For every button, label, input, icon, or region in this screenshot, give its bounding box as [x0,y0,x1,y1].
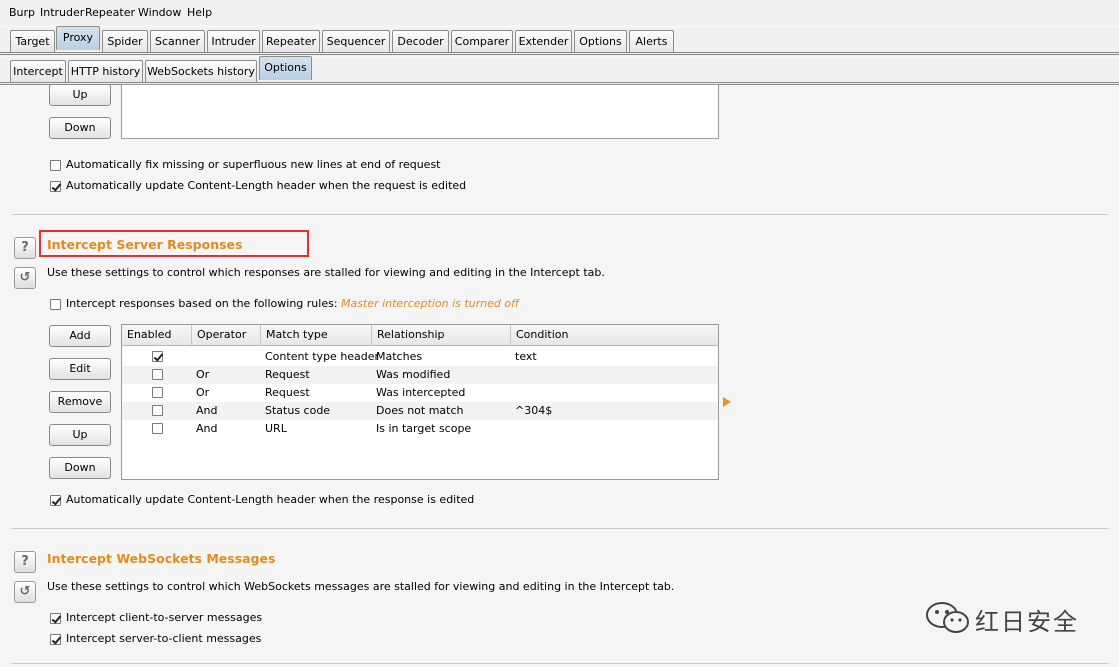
reset-glyph: ↺ [19,584,31,599]
menu-burp[interactable]: Burp [9,6,35,19]
table-row[interactable]: Or Request Was modified [122,366,718,384]
down-button[interactable]: Down [49,457,111,479]
help-glyph: ? [21,554,29,569]
row-enabled-checkbox[interactable] [152,351,163,362]
request-up-button[interactable]: Up [49,84,111,106]
row-relationship: Does not match [376,404,464,417]
tab-proxy[interactable]: Proxy [56,26,100,50]
fix-newlines-label: Automatically fix missing or superfluous… [66,158,441,171]
response-update-length-label: Automatically update Content-Length head… [66,493,475,506]
response-update-length-checkbox[interactable] [50,495,61,506]
row-enabled-checkbox[interactable] [152,387,163,398]
intercept-responses-label: Intercept responses based on the followi… [66,297,519,310]
tab-extender[interactable]: Extender [515,30,572,52]
column-enabled[interactable]: Enabled [122,325,192,346]
response-section-description: Use these settings to control which resp… [47,266,605,279]
row-match-type: Request [265,386,310,399]
response-section-title: Intercept Server Responses [47,237,243,252]
server-to-client-label: Intercept server-to-client messages [66,632,262,645]
table-row[interactable]: And Status code Does not match ^304$ [122,402,718,420]
tab-intruder[interactable]: Intruder [207,30,260,52]
row-relationship: Was intercepted [376,386,466,399]
tab-proxy-options[interactable]: Options [259,56,312,80]
section-divider [12,214,1108,215]
request-down-button[interactable]: Down [49,117,111,139]
remove-button[interactable]: Remove [49,391,111,413]
column-relationship[interactable]: Relationship [372,325,511,346]
menu-bar: Burp Intruder Repeater Window Help [0,0,1119,25]
websockets-section-title: Intercept WebSockets Messages [47,551,276,566]
row-enabled-checkbox[interactable] [152,369,163,380]
row-match-type: URL [265,422,287,435]
burp-window: Burp Intruder Repeater Window Help Targe… [0,0,1119,667]
section-divider [12,663,1108,664]
row-relationship: Is in target scope [376,422,472,435]
add-button[interactable]: Add [49,325,111,347]
tab-repeater[interactable]: Repeater [262,30,320,52]
client-to-server-checkbox[interactable] [50,613,61,624]
help-glyph: ? [21,240,29,255]
section-divider [12,528,1108,529]
server-to-client-checkbox[interactable] [50,634,61,645]
reset-icon[interactable]: ↺ [14,267,36,289]
reset-glyph: ↺ [19,270,31,285]
row-condition: ^304$ [515,404,553,417]
row-relationship: Matches [376,350,423,363]
help-icon[interactable]: ? [14,237,36,259]
tab-spider[interactable]: Spider [102,30,148,52]
tab-alerts[interactable]: Alerts [629,30,674,52]
master-interception-note: Master interception is turned off [341,297,520,310]
table-header: Enabled Operator Match type Relationship… [122,325,718,346]
watermark-text: 红日安全 [975,608,1079,636]
request-rules-table[interactable] [121,84,719,139]
row-operator: And [196,404,218,417]
help-icon[interactable]: ? [14,551,36,573]
tab-target[interactable]: Target [10,30,55,52]
tab-sequencer[interactable]: Sequencer [322,30,390,52]
row-match-type: Request [265,368,310,381]
table-row[interactable]: Or Request Was intercepted [122,384,718,402]
row-operator: Or [196,368,210,381]
wechat-logo-icon [926,602,969,633]
edit-button[interactable]: Edit [49,358,111,380]
row-relationship: Was modified [376,368,451,381]
tab-http-history[interactable]: HTTP history [68,60,143,82]
tab-websockets-history[interactable]: WebSockets history [145,60,257,82]
client-to-server-label: Intercept client-to-server messages [66,611,263,624]
tab-intercept[interactable]: Intercept [10,60,66,82]
menu-help[interactable]: Help [187,6,212,19]
sub-tab-bar: Intercept HTTP history WebSockets histor… [0,56,1119,85]
column-match-type[interactable]: Match type [261,325,372,346]
menu-window[interactable]: Window [138,6,181,19]
row-match-type: Content type header [265,350,380,363]
tab-options[interactable]: Options [574,30,627,52]
row-enabled-checkbox[interactable] [152,405,163,416]
fix-newlines-checkbox[interactable] [50,160,61,171]
table-row[interactable]: And URL Is in target scope [122,420,718,438]
options-content: Up Down Automatically fix missing or sup… [0,84,1119,667]
row-operator: Or [196,386,210,399]
up-button[interactable]: Up [49,424,111,446]
table-row[interactable]: Content type header Matches text [122,348,718,366]
tab-scanner[interactable]: Scanner [150,30,205,52]
tab-comparer[interactable]: Comparer [451,30,513,52]
row-condition: text [515,350,537,363]
row-enabled-checkbox[interactable] [152,423,163,434]
intercept-responses-text: Intercept responses based on the followi… [66,297,338,310]
main-tab-divider [0,52,1119,55]
column-condition[interactable]: Condition [511,325,718,346]
row-match-type: Status code [265,404,331,417]
menu-repeater[interactable]: Repeater [85,6,135,19]
request-update-length-label: Automatically update Content-Length head… [66,179,467,192]
request-update-length-checkbox[interactable] [50,181,61,192]
expand-arrow-icon[interactable] [723,397,731,407]
response-rules-table: Enabled Operator Match type Relationship… [121,324,719,480]
column-operator[interactable]: Operator [192,325,261,346]
row-operator: And [196,422,218,435]
intercept-responses-checkbox[interactable] [50,299,61,310]
reset-icon[interactable]: ↺ [14,581,36,603]
tab-decoder[interactable]: Decoder [392,30,449,52]
menu-intruder[interactable]: Intruder [40,6,84,19]
websockets-section-description: Use these settings to control which WebS… [47,580,675,593]
